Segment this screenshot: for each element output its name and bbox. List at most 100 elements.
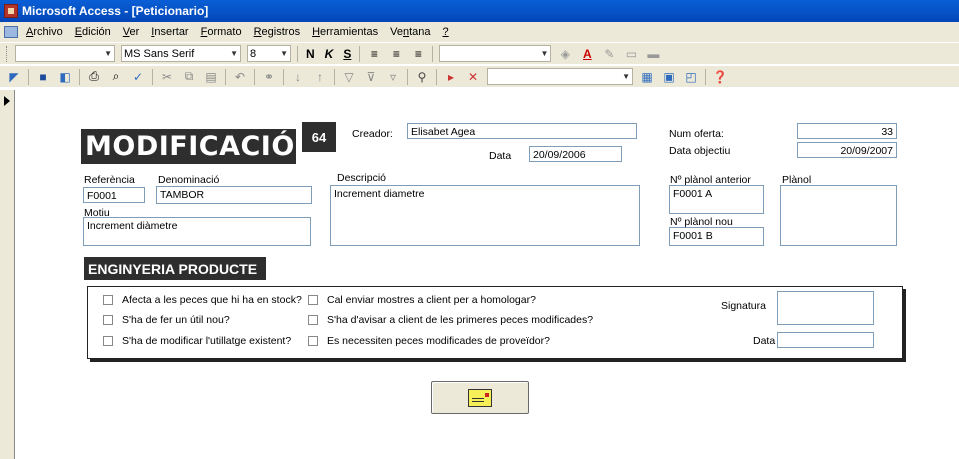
creador-field[interactable]: Elisabet Agea <box>407 123 637 139</box>
filter-by-selection-icon[interactable]: ▽ <box>341 69 357 85</box>
descripcio-label: Descripció <box>337 172 387 184</box>
toolbar-separator <box>152 68 153 85</box>
menu-herramientas[interactable]: Herramientas <box>312 26 378 38</box>
checkbox[interactable] <box>103 336 113 346</box>
enginyeria-panel: Afecta a les peces que hi ha en stock? S… <box>87 286 903 359</box>
font-combo[interactable]: MS Sans Serif ▼ <box>121 45 241 62</box>
sort-ascending-icon[interactable]: ↓ <box>290 69 306 85</box>
signatura-label: Signatura <box>721 300 766 312</box>
check-enviar-mostres[interactable]: Cal enviar mostres a client per a homolo… <box>308 294 536 306</box>
toolbar-separator <box>225 68 226 85</box>
spelling-icon[interactable]: ✓ <box>130 69 146 85</box>
record-selector[interactable] <box>0 90 15 459</box>
denominacio-field[interactable]: TAMBOR <box>156 186 312 204</box>
toolbar-separator <box>79 68 80 85</box>
delete-record-icon[interactable]: ✕ <box>465 69 481 85</box>
style-combo[interactable]: ▼ <box>439 45 552 62</box>
paste-icon[interactable]: ▤ <box>203 69 219 85</box>
data-label: Data <box>489 150 512 162</box>
align-center-icon[interactable]: ≡ <box>388 46 404 62</box>
cut-icon[interactable]: ✂ <box>159 69 175 85</box>
creador-label: Creador: <box>352 128 393 140</box>
planol-image-field[interactable] <box>780 185 897 246</box>
find-icon[interactable]: ⚲ <box>414 69 430 85</box>
new-record-icon[interactable]: ▸ <box>443 69 459 85</box>
send-button[interactable] <box>431 381 529 414</box>
menu-ver[interactable]: Ver <box>123 26 140 38</box>
toolbar-separator <box>334 68 335 85</box>
new-object-icon[interactable]: ◰ <box>683 69 699 85</box>
form-view-toolbar: ◤ ■ ◧ ⎙ ⌕ ✓ ✂ ⧉ ▤ ↶ ⚭ ↓ ↑ ▽ ⊽ ▿ ⚲ ▸ ✕ ▼ … <box>0 65 959 87</box>
fill-color-icon[interactable]: ◈ <box>557 46 573 62</box>
motiu-field[interactable]: Increment diàmetre <box>83 217 311 246</box>
italic-button[interactable]: K <box>323 47 336 61</box>
checkbox[interactable] <box>308 315 318 325</box>
num-oferta-field[interactable]: 33 <box>797 123 897 139</box>
toolbar-separator <box>407 68 408 85</box>
undo-icon[interactable]: ↶ <box>232 69 248 85</box>
align-left-icon[interactable]: ≡ <box>366 46 382 62</box>
font-size-combo[interactable]: 8 ▼ <box>247 45 291 62</box>
menu-help[interactable]: ? <box>443 26 449 38</box>
data-objectiu-label: Data objectiu <box>669 145 731 157</box>
menu-formato[interactable]: Formato <box>201 26 242 38</box>
descripcio-field[interactable]: Increment diametre <box>330 185 640 246</box>
object-name-combo[interactable]: ▼ <box>487 68 633 85</box>
form-workspace: MODIFICACIÓ 64 Creador: Elisabet Agea Da… <box>0 90 959 459</box>
print-preview-icon[interactable]: ⌕ <box>108 69 124 85</box>
align-right-icon[interactable]: ≡ <box>410 46 426 62</box>
properties-icon[interactable]: ▦ <box>639 69 655 85</box>
toolbar-separator <box>705 68 706 85</box>
database-window-icon[interactable]: ▣ <box>661 69 677 85</box>
check-avisar-client[interactable]: S'ha d'avisar a client de les primeres p… <box>308 314 593 326</box>
referencia-field[interactable]: F0001 <box>83 187 145 203</box>
underline-button[interactable]: S <box>341 47 353 61</box>
data-objectiu-field[interactable]: 20/09/2007 <box>797 142 897 158</box>
help-icon[interactable]: ❓ <box>712 69 728 85</box>
menu-edicion[interactable]: Edición <box>75 26 111 38</box>
copy-icon[interactable]: ⧉ <box>181 69 197 85</box>
signatura-field[interactable] <box>777 291 874 325</box>
bold-button[interactable]: N <box>304 47 317 61</box>
checkbox[interactable] <box>103 295 113 305</box>
form-title: MODIFICACIÓ <box>81 129 296 164</box>
checkbox[interactable] <box>308 336 318 346</box>
current-record-arrow-icon <box>4 96 10 106</box>
line-color-icon[interactable]: ✎ <box>601 46 617 62</box>
enginyeria-data-label: Data <box>753 335 776 347</box>
save-icon[interactable]: ■ <box>35 69 51 85</box>
menu-ventana[interactable]: Ventana <box>390 26 430 38</box>
menu-insertar[interactable]: Insertar <box>151 26 188 38</box>
menu-registros[interactable]: Registros <box>254 26 300 38</box>
send-mail-icon <box>468 388 492 407</box>
checkbox[interactable] <box>308 295 318 305</box>
form-control-icon[interactable] <box>4 26 18 38</box>
menu-bar: Archivo Edición Ver Insertar Formato Reg… <box>0 22 959 42</box>
check-modificar-utillatge[interactable]: S'ha de modificar l'utillatge existent? <box>103 335 291 347</box>
design-view-icon[interactable]: ◤ <box>6 69 22 85</box>
apply-filter-icon[interactable]: ▿ <box>385 69 401 85</box>
hyperlink-icon[interactable]: ⚭ <box>261 69 277 85</box>
check-afecta-stock[interactable]: Afecta a les peces que hi ha en stock? <box>103 294 302 306</box>
window-title: Microsoft Access - [Peticionario] <box>22 4 209 18</box>
menu-archivo[interactable]: Archivo <box>26 26 63 38</box>
access-app-icon <box>4 4 18 18</box>
checkbox[interactable] <box>103 315 113 325</box>
enginyeria-producte-header: ENGINYERIA PRODUCTE <box>84 257 266 280</box>
object-combo[interactable]: ▼ <box>15 45 115 62</box>
num-oferta-label: Num oferta: <box>669 128 724 140</box>
print-icon[interactable]: ⎙ <box>86 69 102 85</box>
search-file-icon[interactable]: ◧ <box>57 69 73 85</box>
enginyeria-data-field[interactable] <box>777 332 874 348</box>
data-field[interactable]: 20/09/2006 <box>529 146 622 162</box>
planol-nou-field[interactable]: F0001 B <box>669 227 764 246</box>
border-width-icon[interactable]: ▭ <box>623 46 639 62</box>
planol-anterior-field[interactable]: F0001 A <box>669 185 764 214</box>
filter-by-form-icon[interactable]: ⊽ <box>363 69 379 85</box>
font-color-icon[interactable]: A <box>579 46 595 62</box>
special-effect-icon[interactable]: ▬ <box>645 46 661 62</box>
check-util-nou[interactable]: S'ha de fer un útil nou? <box>103 314 230 326</box>
check-peces-proveidor[interactable]: Es necessiten peces modificades de prove… <box>308 335 550 347</box>
sort-descending-icon[interactable]: ↑ <box>312 69 328 85</box>
toolbar-grip[interactable] <box>6 45 9 62</box>
